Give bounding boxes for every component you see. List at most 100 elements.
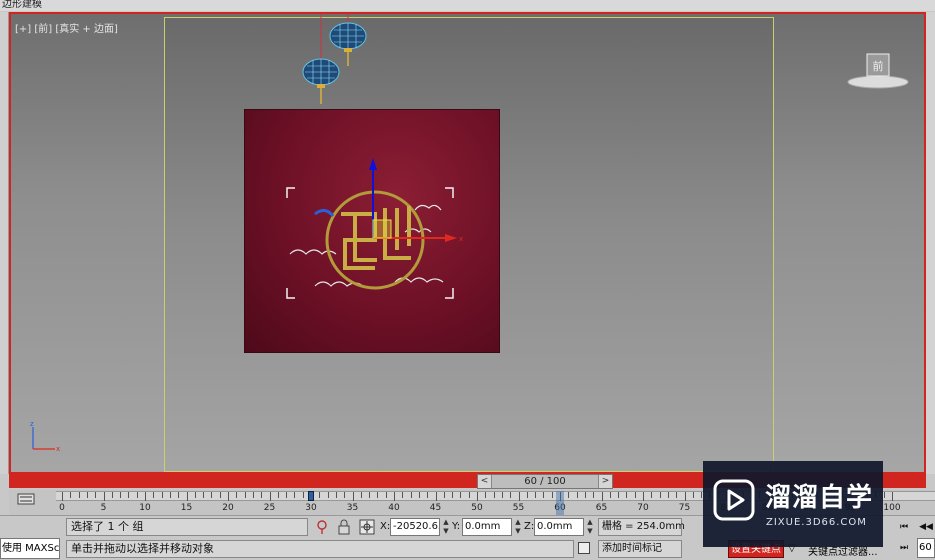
timeline-tick (78, 492, 80, 498)
timeline-tick (468, 492, 470, 498)
maxscript-listener[interactable]: 使用 MAXScr (0, 538, 60, 559)
lanterns-object[interactable] (291, 14, 381, 114)
timeline-tick (883, 492, 885, 498)
timeline-tick (228, 492, 229, 501)
watermark-brand: 溜溜自学 (765, 483, 874, 513)
timeline-tick (609, 492, 611, 498)
y-spinner[interactable]: ▲ ▼ (514, 518, 522, 536)
time-slider-next-button[interactable]: > (598, 475, 612, 488)
timeline-tick (460, 492, 462, 498)
timeline-tick (501, 492, 503, 498)
timeline-tick (418, 492, 420, 498)
time-slider-prev-button[interactable]: < (478, 475, 492, 488)
go-to-start-icon[interactable]: ⏮ (895, 519, 913, 535)
timeline-tick (95, 492, 97, 498)
timeline-tick (377, 492, 379, 498)
timeline-tick (269, 492, 271, 501)
timeline-tick (701, 492, 703, 498)
timeline-label: 25 (263, 503, 276, 513)
absolute-mode-icon[interactable] (359, 519, 375, 535)
front-viewport[interactable]: [+] [前] [真实 + 边面] x 前 z x (9, 12, 926, 474)
timeline-tick (518, 492, 520, 501)
timeline-label: 15 (180, 503, 193, 513)
timeline-tick (86, 492, 88, 498)
timeline-tick (584, 492, 586, 498)
key-mode-icon[interactable]: ⏭ (895, 540, 913, 556)
viewcube[interactable]: 前 (847, 50, 909, 90)
timeline-label: 45 (429, 503, 442, 513)
prompt-line: 单击并拖动以选择并移动对象 (66, 540, 574, 558)
timeline-tick (427, 492, 429, 498)
time-tag-toggle[interactable] (578, 542, 590, 554)
timeline-tick (344, 492, 346, 498)
red-panel-object[interactable]: x (244, 109, 500, 353)
x-spinner[interactable]: ▲ ▼ (442, 518, 450, 536)
curve-editor-icon[interactable] (17, 493, 35, 505)
z-spinner[interactable]: ▲ ▼ (586, 518, 594, 536)
timeline-tick (485, 492, 487, 498)
timeline-tick (261, 492, 263, 498)
timeline-tick (219, 492, 221, 498)
axis-z-label: z (30, 420, 34, 428)
axis-tripod-icon: z x (30, 420, 60, 453)
timeline-tick (294, 492, 296, 498)
timeline-tick (194, 492, 196, 498)
left-panel-strip (0, 12, 9, 474)
timeline-tick (136, 492, 138, 498)
timeline-tick (385, 492, 387, 498)
keyframe-marker[interactable] (308, 491, 314, 501)
timeline-tick (410, 492, 412, 498)
timeline-label: 10 (139, 503, 151, 513)
previous-frame-icon[interactable]: ◀◀ (917, 519, 935, 535)
timeline-tick (369, 492, 371, 498)
timeline-tick (252, 492, 254, 498)
timeline-tick (535, 492, 537, 498)
timeline-tick (601, 492, 603, 501)
timeline-label: 75 (678, 503, 691, 513)
viewport-label[interactable]: [+] [前] [真实 + 边面] (15, 20, 118, 35)
timeline-tick (684, 492, 686, 501)
timeline-label: 20 (222, 503, 234, 513)
time-slider-value[interactable]: 60 / 100 (492, 476, 598, 487)
timeline-tick (120, 492, 122, 498)
timeline-tick (543, 492, 545, 498)
play-logo-icon (713, 479, 755, 521)
z-coordinate-field[interactable]: 0.0mm (534, 518, 584, 536)
timeline-label: 0 (59, 503, 65, 513)
timeline-tick (161, 492, 163, 498)
timeline-tick (319, 492, 321, 498)
viewcube-face-label: 前 (873, 59, 884, 73)
z-label: Z: (524, 521, 535, 532)
axis-x-label: x (56, 445, 60, 453)
timeline-tick (477, 492, 478, 501)
timeline-label: 65 (595, 503, 608, 513)
timeline-tick (145, 492, 146, 501)
timeline-tick (186, 492, 188, 501)
right-panel-strip (926, 12, 935, 474)
add-time-tag-button[interactable]: 添加时间标记 (598, 540, 682, 558)
time-slider[interactable]: < 60 / 100 > (477, 474, 613, 489)
timeline-label: 100 (883, 503, 901, 513)
timeline-tick (360, 492, 362, 498)
y-coordinate-field[interactable]: 0.0mm (462, 518, 512, 536)
timeline-tick (634, 492, 636, 498)
current-frame-field[interactable]: 60 (917, 538, 935, 558)
timeline-tick (626, 492, 628, 498)
timeline-label: 40 (388, 503, 400, 513)
timeline-tick (892, 492, 893, 501)
current-frame-indicator[interactable] (556, 491, 564, 515)
fu-ornament-object[interactable]: x (245, 110, 501, 354)
timeline-tick (70, 492, 72, 498)
timeline-tick (211, 492, 213, 498)
timeline-label: 55 (512, 503, 525, 513)
timeline-label: 50 (471, 503, 483, 513)
x-coordinate-field[interactable]: -20520.63 (390, 518, 440, 536)
timeline-tick (178, 492, 180, 498)
timeline-tick (452, 492, 454, 498)
timeline-tick (551, 492, 553, 498)
x-label: X: (380, 521, 391, 532)
isolate-selection-icon[interactable] (314, 519, 330, 535)
watermark: 溜溜自学 ZIXUE.3D66.COM (703, 461, 883, 547)
timeline-tick (568, 492, 570, 498)
lock-selection-icon[interactable] (336, 519, 352, 535)
